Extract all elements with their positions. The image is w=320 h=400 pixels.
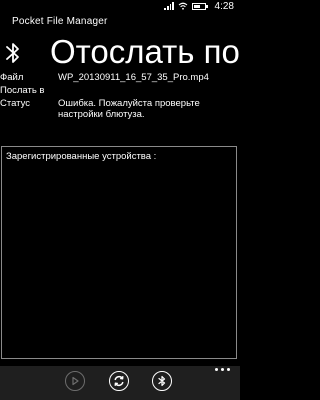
page-header: Отослать по	[0, 32, 240, 74]
more-dots-icon[interactable]	[215, 368, 230, 371]
bluetooth-send-button[interactable]	[152, 371, 172, 391]
status-icons	[164, 2, 208, 10]
status-label: Статус	[0, 98, 31, 109]
file-value: WP_20130911_16_57_35_Pro.mp4	[58, 72, 209, 83]
play-button[interactable]	[65, 371, 85, 391]
signal-icon	[164, 2, 174, 10]
status-time: 4:28	[214, 1, 234, 12]
page-title: Отослать по	[50, 33, 240, 70]
status-bar: 4:28	[0, 0, 240, 14]
battery-fill	[194, 4, 200, 8]
bluetooth-icon	[6, 43, 19, 63]
bluetooth-icon	[158, 375, 166, 387]
battery-icon	[192, 2, 208, 10]
status-value: Ошибка. Пожалуйста проверьте настройки б…	[58, 98, 200, 120]
app-bar	[0, 366, 240, 400]
send-to-label: Послать в	[0, 85, 45, 96]
refresh-button[interactable]	[109, 371, 129, 391]
play-icon	[72, 376, 79, 386]
app-title: Pocket File Manager	[12, 16, 108, 27]
wifi-icon	[178, 2, 188, 10]
file-label: Файл	[0, 72, 24, 83]
devices-label: Зарегистрированные устройства :	[6, 151, 157, 162]
devices-list[interactable]: Зарегистрированные устройства :	[1, 146, 237, 359]
refresh-icon	[114, 375, 124, 387]
